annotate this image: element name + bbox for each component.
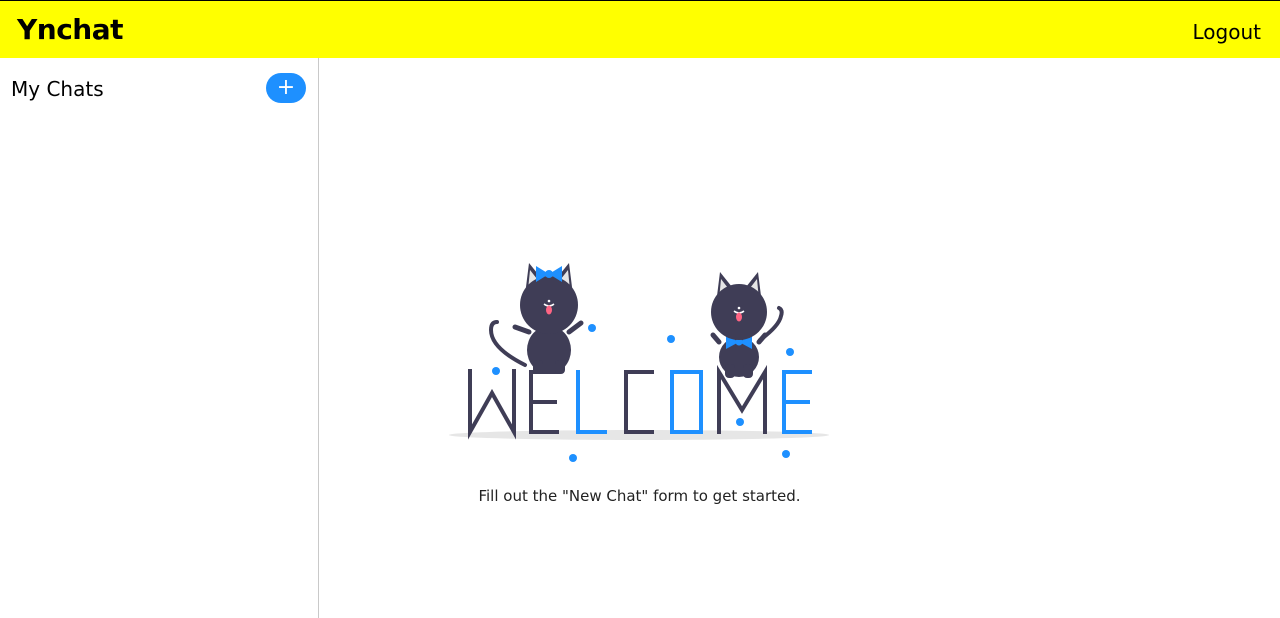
- app-title: Ynchat: [17, 13, 124, 46]
- top-nav-bar: Ynchat Logout: [0, 0, 1280, 58]
- main-panel: Fill out the "New Chat" form to get star…: [319, 58, 1280, 618]
- new-chat-button[interactable]: +: [266, 73, 306, 103]
- sidebar-header: My Chats +: [0, 58, 318, 118]
- sidebar-title: My Chats: [11, 77, 104, 101]
- sidebar: My Chats +: [0, 58, 319, 618]
- welcome-hint-text: Fill out the "New Chat" form to get star…: [478, 487, 801, 505]
- right-cat-icon: [710, 272, 784, 378]
- left-cat-icon: [488, 263, 584, 374]
- logout-link[interactable]: Logout: [1193, 20, 1261, 44]
- welcome-illustration: [449, 263, 829, 462]
